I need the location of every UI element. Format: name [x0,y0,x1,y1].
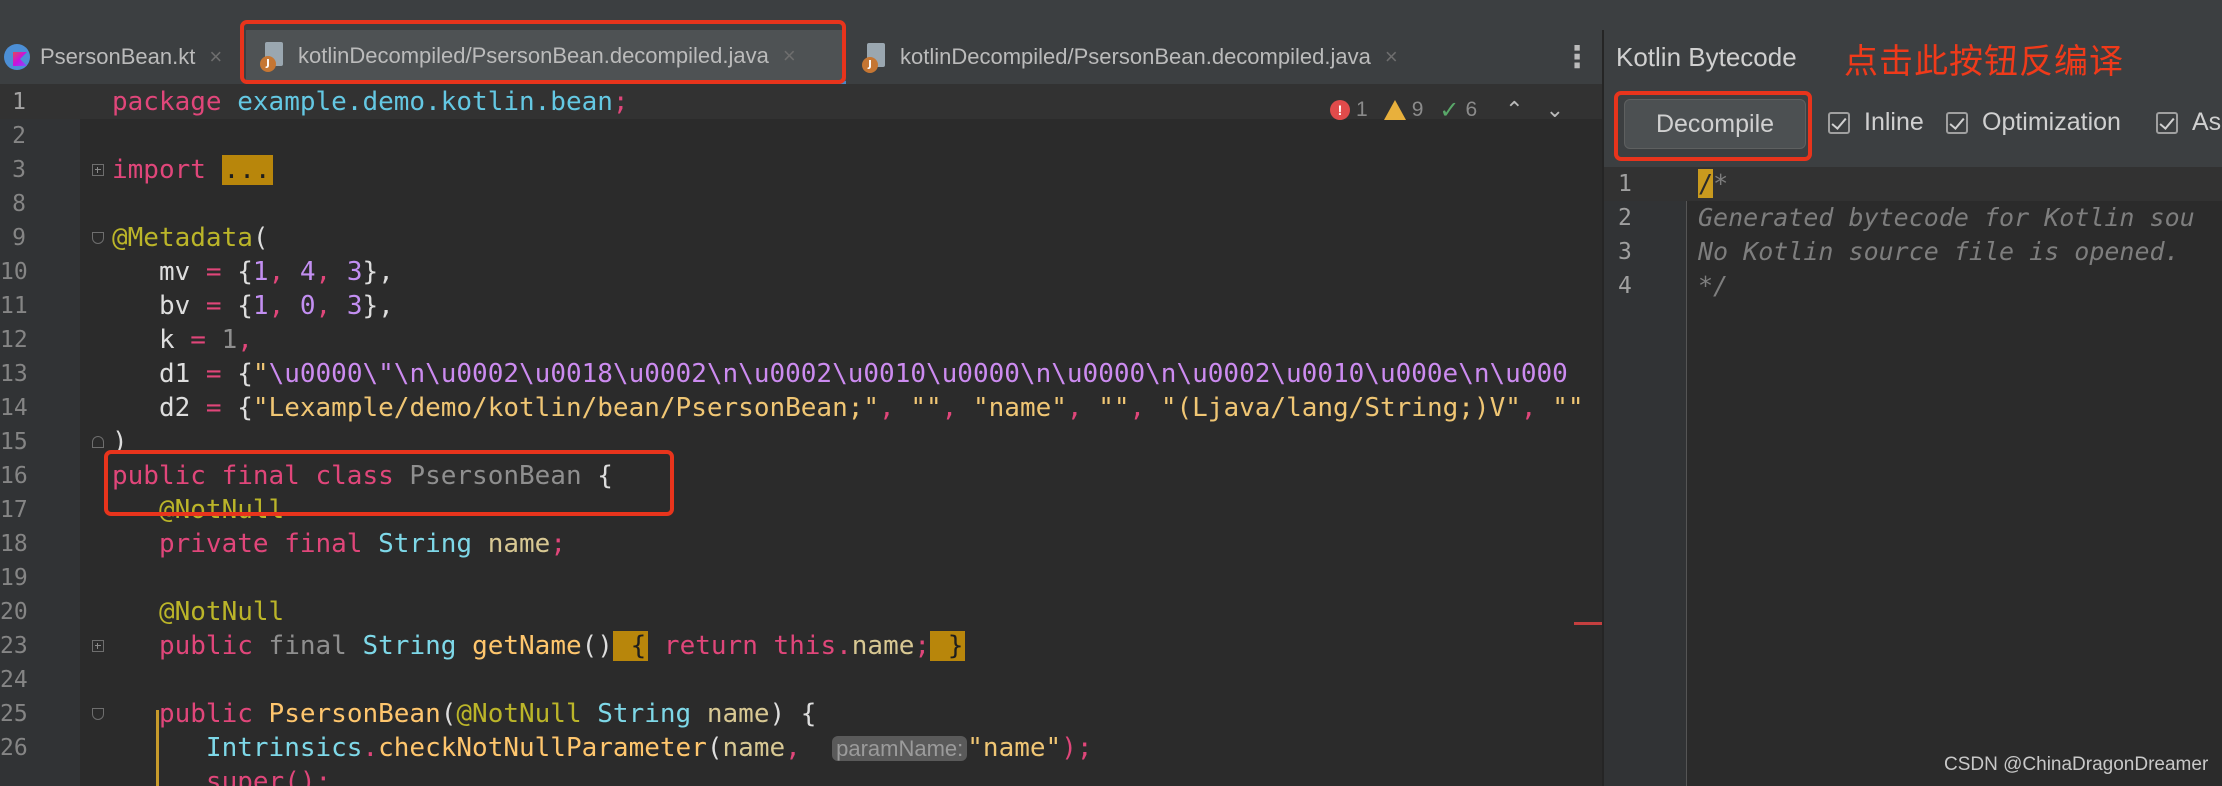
code-line: 13 d1 = {"\u0000\"\n\u0002\u0018\u0002\n… [0,359,1568,389]
line-number: 24 [0,667,28,693]
checkbox-checked-icon[interactable] [2156,111,2178,134]
error-count: 1 [1356,98,1368,121]
fold-end-icon[interactable] [92,436,104,448]
tab-decompiled-java[interactable]: J kotlinDecompiled/PsersonBean.decompile… [848,30,1448,84]
tab-label: kotlinDecompiled/PsersonBean.decompiled.… [900,44,1371,69]
line-number: 23 [0,633,28,659]
checkbox-checked-icon[interactable] [1946,111,1968,134]
code-line: 3 import ... [0,153,1602,187]
code-line: 25 public PsersonBean(@NotNull String na… [0,699,817,729]
annotation-note: 点击此按钮反编译 [1844,43,2124,81]
code-line: 19 [0,561,1602,595]
weak-warning-count: 6 [1465,98,1478,121]
close-icon[interactable]: × [209,44,222,70]
code-line: 26 Intrinsics.checkNotNullParameter(name… [0,733,1093,763]
line-number: 1 [12,89,26,115]
code-line: 14 d2 = {"Lexample/demo/kotlin/bean/Pser… [0,393,1584,423]
code-line: 24 [0,663,1602,697]
code-line: 11 bv = {1, 0, 3}, [0,291,394,321]
error-icon: ! [1330,100,1350,120]
line-number: 3 [12,157,26,183]
code-editor[interactable]: 1 package example.demo.kotlin.bean; 2 3 … [0,85,1602,786]
error-stripe-mark[interactable] [1574,622,1602,625]
line-number: 17 [0,497,28,523]
watermark: CSDN @ChinaDragonDreamer [1944,754,2209,775]
more-tabs-icon[interactable]: ⋮ [1562,30,1592,84]
code-line: 1 /* [1604,167,2222,201]
folded-imports-chip[interactable]: ... [221,155,273,185]
keyword: package [112,87,222,117]
package-name: example.demo.kotlin.bean [237,87,613,117]
warning-icon [1383,100,1406,120]
line-number: 11 [0,293,28,319]
line-number: 26 [0,735,28,761]
highlight-box-tab [240,20,846,84]
tab-label: PsersonBean.kt [40,44,196,69]
checkbox-checked-icon[interactable] [1828,111,1850,134]
assertions-checkbox[interactable]: As [2156,108,2221,137]
fold-expand-icon[interactable] [92,640,104,652]
code-line: 9 @Metadata( [0,221,1602,255]
line-number: 25 [0,701,28,727]
code-line: 10 mv = {1, 4, 3}, [0,257,394,287]
line-number: 3 [1618,239,1632,265]
code-line: 20 @NotNull [0,595,1602,629]
next-problem-icon[interactable]: ⌄ [1546,98,1564,123]
kotlin-file-icon [4,44,30,70]
weak-warning-icon: ✓ [1439,96,1460,124]
code-line: 8 [0,187,1602,221]
line-number: 8 [12,191,26,217]
inspection-widget[interactable]: ! 1 9 ✓ 6 ⌃ ⌄ [1330,95,1564,125]
line-number: 20 [0,599,28,625]
code-line: 2 Generated bytecode for Kotlin sou [1604,201,2222,235]
parameter-hint: paramName: [832,736,968,761]
highlight-box-decompile [1614,91,1812,161]
code-line: super(); [205,767,332,786]
line-number: 1 [1618,171,1632,197]
code-line: 23 public final String getName() { retur… [0,631,966,661]
fold-collapse-icon[interactable] [92,232,104,244]
line-number: 14 [0,395,28,421]
tab-psersonbean-kt[interactable]: PsersonBean.kt × [0,30,244,84]
punct: ; [612,87,629,117]
annotation: @Metadata [112,223,253,253]
code-line: 18 private final String name; [0,529,566,559]
line-number: 18 [0,531,28,557]
annotation: @NotNull [158,597,285,627]
close-icon[interactable]: × [1385,44,1398,70]
line-number: 2 [12,123,26,149]
fold-expand-icon[interactable] [92,164,104,176]
line-number: 9 [12,225,26,251]
code-line: 12 k = 1, [0,325,253,355]
line-number: 4 [1618,273,1632,299]
line-number: 10 [0,259,28,285]
previous-problem-icon[interactable]: ⌃ [1505,98,1523,123]
line-number: 15 [0,429,28,455]
metadata-d1-string: \u0000\"\n\u0002\u0018\u0002\n\u0002\u00… [268,359,1568,389]
line-number: 12 [0,327,28,353]
fold-collapse-icon[interactable] [92,708,104,720]
optimization-checkbox[interactable]: Optimization [1946,108,2121,137]
code-line: 3 No Kotlin source file is opened. [1604,235,2222,269]
line-number: 13 [0,361,28,387]
inline-checkbox[interactable]: Inline [1828,108,1924,137]
line-number: 19 [0,565,28,591]
highlight-box-class [104,450,674,516]
code-line: 4 */ [1604,269,2222,303]
indent-guide [156,710,159,786]
warning-count: 9 [1411,98,1424,121]
caret: / [1698,169,1714,198]
line-number: 16 [0,463,28,489]
java-file-icon: J [862,43,888,73]
panel-title: Kotlin Bytecode [1616,42,1797,72]
line-number: 2 [1618,205,1632,231]
bytecode-editor[interactable]: 1 /* 2 Generated bytecode for Kotlin sou… [1604,167,2222,786]
keyword: import [112,155,206,185]
